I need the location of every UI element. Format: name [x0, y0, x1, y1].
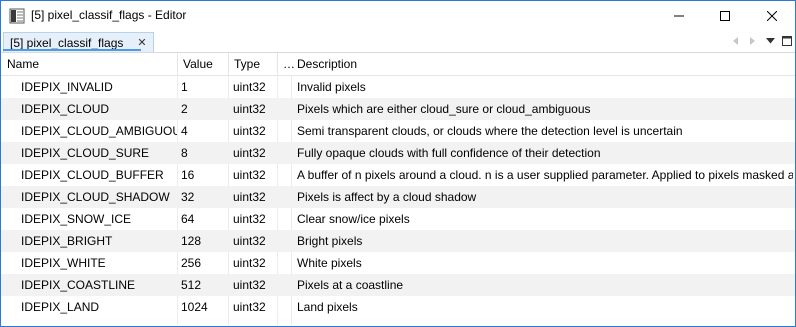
cell-type: uint32	[233, 80, 266, 94]
table-row[interactable]: IDEPIX_CLOUD_SHADOW 32 uint32 Pixels is …	[1, 186, 795, 208]
cell-description: Bright pixels	[297, 234, 363, 248]
cell-description: A buffer of n pixels around a cloud. n i…	[297, 168, 793, 182]
cell-value: 1	[181, 80, 188, 94]
column-header-value[interactable]: Value	[177, 53, 229, 75]
dropdown-icon	[765, 38, 775, 44]
column-header-description[interactable]: Description	[291, 53, 795, 75]
maximize-view-button[interactable]	[780, 33, 794, 49]
cell-value: 32	[181, 190, 195, 204]
cell-name: IDEPIX_LAND	[21, 300, 100, 314]
cell-name: IDEPIX_COASTLINE	[21, 278, 136, 292]
cell-value: 8	[181, 146, 188, 160]
cell-value: 4	[181, 124, 188, 138]
cell-description: Semi transparent clouds, or clouds where…	[297, 124, 683, 138]
chevron-left-icon	[733, 37, 738, 45]
cell-type: uint32	[233, 102, 266, 116]
table-row[interactable]: IDEPIX_CLOUD 2 uint32 Pixels which are e…	[1, 98, 795, 120]
close-button[interactable]	[749, 1, 795, 31]
cell-type: uint32	[233, 146, 266, 160]
editor-app-icon	[9, 8, 25, 24]
title-bar[interactable]: [5] pixel_classif_flags - Editor	[1, 1, 795, 31]
cell-type: uint32	[233, 256, 266, 270]
table-row[interactable]: IDEPIX_INVALID 1 uint32 Invalid pixels	[1, 76, 795, 98]
cell-description: White pixels	[297, 256, 362, 270]
table-row[interactable]: IDEPIX_COASTLINE 512 uint32 Pixels at a …	[1, 274, 795, 296]
cell-type: uint32	[233, 124, 266, 138]
cell-description: Pixels which are either cloud_sure or cl…	[297, 102, 591, 116]
cell-name: IDEPIX_CLOUD_SHADOW	[21, 190, 170, 204]
cell-name: IDEPIX_CLOUD	[21, 102, 110, 116]
close-icon	[767, 11, 777, 21]
minimize-icon	[674, 15, 684, 17]
cell-type: uint32	[233, 168, 266, 182]
cell-type: uint32	[233, 300, 266, 314]
flags-table: Name Value Type … Description IDEPIX_INV…	[1, 53, 795, 325]
cell-value: 128	[181, 234, 202, 248]
cell-value: 1024	[181, 300, 208, 314]
tab-label: [5] pixel_classif_flags	[10, 35, 124, 50]
tab-close-icon[interactable]: ✕	[137, 36, 146, 49]
cell-type: uint32	[233, 278, 266, 292]
tab-scroll-right-button[interactable]	[746, 33, 760, 49]
cell-description: Fully opaque clouds with full confidence…	[297, 146, 601, 160]
tab-list-button[interactable]	[763, 33, 777, 49]
table-row[interactable]: IDEPIX_CLOUD_BUFFER 16 uint32 A buffer o…	[1, 164, 795, 186]
cell-value: 64	[181, 212, 195, 226]
cell-name: IDEPIX_INVALID	[21, 80, 113, 94]
cell-name: IDEPIX_CLOUD_AMBIGUOUS	[21, 124, 177, 138]
cell-name: IDEPIX_CLOUD_SURE	[21, 146, 150, 160]
table-row[interactable]: IDEPIX_CLOUD_AMBIGUOUS 4 uint32 Semi tra…	[1, 120, 795, 142]
table-row[interactable]: IDEPIX_SNOW_ICE 64 uint32 Clear snow/ice…	[1, 208, 795, 230]
cell-type: uint32	[233, 234, 266, 248]
table-row[interactable]: IDEPIX_WHITE 256 uint32 White pixels	[1, 252, 795, 274]
table-row[interactable]: IDEPIX_CLOUD_SURE 8 uint32 Fully opaque …	[1, 142, 795, 164]
cell-value: 256	[181, 256, 202, 270]
cell-description: Land pixels	[297, 300, 358, 314]
cell-description: Clear snow/ice pixels	[297, 212, 410, 226]
cell-type: uint32	[233, 212, 266, 226]
editor-window: [5] pixel_classif_flags - Editor [5] pix…	[0, 0, 796, 327]
cell-description: Pixels at a coastline	[297, 278, 404, 292]
table-header: Name Value Type … Description	[1, 53, 795, 76]
cell-description: Invalid pixels	[297, 80, 366, 94]
tab-scroll-left-button[interactable]	[729, 33, 743, 49]
tab-active-indicator	[3, 49, 141, 51]
cell-name: IDEPIX_CLOUD_BUFFER	[21, 168, 164, 182]
table-row[interactable]: IDEPIX_BRIGHT 128 uint32 Bright pixels	[1, 230, 795, 252]
chevron-right-icon	[750, 37, 755, 45]
maximize-button[interactable]	[702, 1, 748, 31]
window-title: [5] pixel_classif_flags - Editor	[31, 8, 187, 22]
cell-value: 16	[181, 168, 195, 182]
column-header-type[interactable]: Type	[228, 53, 278, 75]
cell-value: 512	[181, 278, 202, 292]
cell-name: IDEPIX_BRIGHT	[21, 234, 113, 248]
maximize-icon	[720, 11, 730, 21]
cell-name: IDEPIX_SNOW_ICE	[21, 212, 132, 226]
minimize-button[interactable]	[656, 1, 702, 31]
cell-name: IDEPIX_WHITE	[21, 256, 106, 270]
column-header-more[interactable]: …	[277, 53, 295, 75]
cell-value: 2	[181, 102, 188, 116]
cell-type: uint32	[233, 190, 266, 204]
table-row[interactable]: IDEPIX_LAND 1024 uint32 Land pixels	[1, 296, 795, 318]
cell-description: Pixels is affect by a cloud shadow	[297, 190, 477, 204]
column-header-name[interactable]: Name	[1, 53, 178, 75]
editor-tab-bar: [5] pixel_classif_flags ✕	[1, 31, 795, 53]
maximize-view-icon	[782, 36, 792, 46]
